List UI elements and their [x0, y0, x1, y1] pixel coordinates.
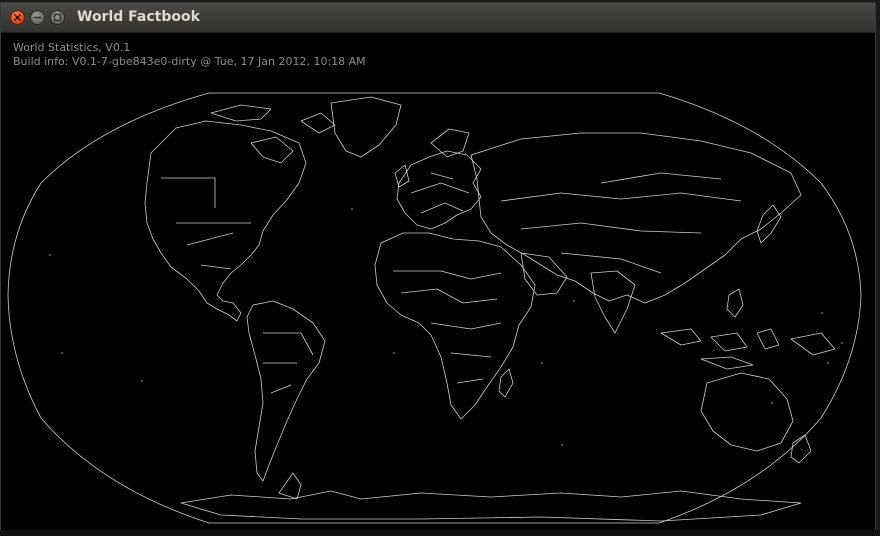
close-button[interactable] — [10, 10, 25, 25]
philippines — [726, 288, 744, 318]
minimize-icon — [33, 16, 42, 19]
maximize-icon — [53, 13, 62, 22]
africa-borders — [393, 270, 502, 384]
app-window: World Factbook World Statistics, V0.1 Bu… — [0, 2, 876, 532]
scandinavia — [430, 128, 470, 158]
map-canvas[interactable]: World Statistics, V0.1 Build info: V0.1-… — [1, 33, 875, 531]
world-map[interactable] — [1, 33, 875, 531]
pacific-islands — [49, 208, 843, 446]
antarctic-peninsula — [278, 472, 302, 500]
europe-borders — [410, 172, 470, 214]
british-isles — [394, 164, 410, 188]
greenland-outline — [330, 96, 402, 158]
japan — [756, 204, 782, 244]
australia-outline — [700, 372, 794, 452]
north-america-outline — [144, 120, 307, 322]
europe-outline — [396, 150, 482, 230]
maximize-button[interactable] — [50, 10, 65, 25]
asia-outline — [470, 132, 802, 304]
map-outline — [7, 92, 862, 524]
arctic-islands — [210, 104, 336, 164]
africa-outline — [374, 232, 536, 420]
asia-borders — [500, 172, 742, 274]
indonesia-islands — [660, 328, 836, 370]
antarctica-outline — [180, 490, 802, 522]
south-america-outline — [246, 300, 326, 482]
india-outline — [590, 270, 636, 334]
close-icon — [14, 14, 21, 21]
arabian-peninsula — [520, 252, 568, 296]
north-america-borders — [161, 177, 251, 270]
south-america-borders — [263, 332, 314, 394]
minimize-button[interactable] — [30, 10, 45, 25]
madagascar — [498, 368, 514, 398]
background-strip — [0, 530, 880, 536]
title-bar[interactable]: World Factbook — [1, 3, 875, 33]
window-title: World Factbook — [77, 9, 200, 25]
